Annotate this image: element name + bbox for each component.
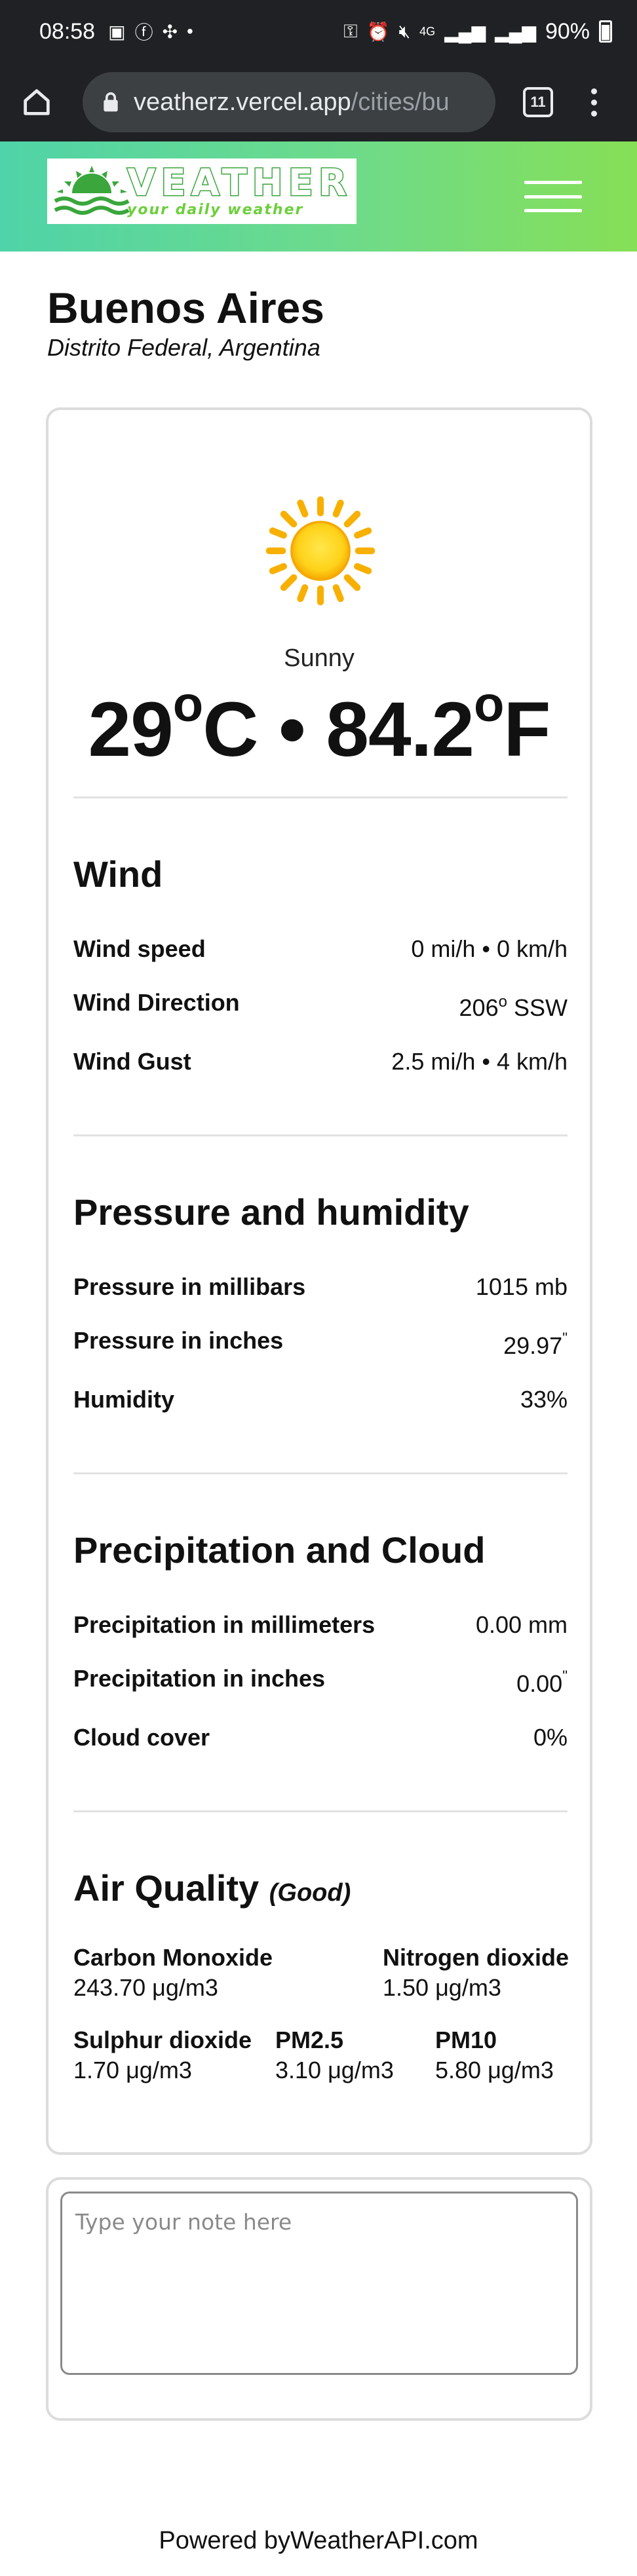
signal-icon-2: ▂▄▆ [495, 21, 536, 42]
url-path: /cities/bu [351, 88, 450, 116]
weather-card: Sunny 29oC • 84.2oF Wind Wind speed 0 mi… [46, 407, 592, 2155]
battery-percent: 90% [545, 18, 590, 44]
aq-sulphur-dioxide: Sulphur dioxide 1.70 μg/m3 [73, 2026, 252, 2083]
gallery-icon: ▣ [108, 21, 126, 42]
pressure-mb-label: Pressure in millibars [73, 1273, 306, 1300]
browser-menu-button[interactable] [591, 88, 597, 117]
air-quality-section-title: Air Quality (Good) [73, 1867, 351, 1909]
vpn-key-icon: ⚿ [343, 20, 358, 41]
home-icon [24, 89, 50, 115]
logo-tagline: your daily weather [127, 202, 304, 218]
signal-icon: ▂▄▆ [444, 21, 486, 42]
pinwheel-icon: ✣ [162, 21, 178, 42]
pressure-mb-value: 1015 mb [475, 1273, 568, 1300]
aq-carbon-monoxide: Carbon Monoxide 243.70 μg/m3 [73, 1944, 273, 2001]
address-bar[interactable]: veatherz.vercel.app/cities/bu [83, 72, 495, 132]
lock-icon [102, 92, 119, 113]
aq-pm10: PM10 5.80 μg/m3 [435, 2026, 554, 2083]
temp-separator: • [279, 686, 305, 773]
degree-icon: o [498, 993, 507, 1011]
tab-switcher-button[interactable]: 11 [523, 87, 553, 117]
sun-waves-logo-icon [54, 166, 130, 215]
city-name: Buenos Aires [47, 284, 325, 332]
site-logo[interactable]: VEATHER your daily weather [47, 159, 357, 224]
network-type-icon: 4G [419, 24, 436, 38]
status-bar: 08:58 ▣ ⓕ ✣ • ⚿ ⏰ 🔇︎ 4G ▂▄▆ ▂▄▆ 90% [0, 0, 637, 63]
degree-icon: o [473, 677, 504, 732]
cloud-cover-value: 0% [533, 1724, 568, 1751]
site-header: VEATHER your daily weather [0, 141, 637, 252]
aq-nitrogen-dioxide: Nitrogen dioxide 1.50 μg/m3 [383, 1944, 569, 2001]
status-time: 08:58 [39, 18, 96, 44]
humidity-row: Humidity 33% [73, 1386, 568, 1413]
wind-speed-label: Wind speed [73, 935, 206, 962]
wind-speed-row: Wind speed 0 mi/h • 0 km/h [73, 935, 568, 963]
note-textarea[interactable] [60, 2192, 578, 2375]
air-quality-level: (Good) [269, 1879, 351, 1907]
precip-mm-value: 0.00 mm [475, 1611, 568, 1638]
facebook-icon: ⓕ [134, 22, 153, 43]
humidity-value: 33% [520, 1386, 568, 1413]
pressure-in-value: 29.97" [503, 1330, 568, 1359]
url-host: veatherz.vercel.app [134, 88, 351, 116]
precip-mm-row: Precipitation in millimeters 0.00 mm [73, 1611, 568, 1639]
humidity-label: Humidity [73, 1386, 175, 1413]
more-notifications-icon: • [187, 21, 193, 41]
precip-in-label: Precipitation in inches [73, 1665, 326, 1692]
aq-pm25: PM2.5 3.10 μg/m3 [275, 2026, 394, 2083]
wind-section-title: Wind [73, 853, 163, 895]
divider [73, 1472, 568, 1474]
footer-credit: Powered byWeatherAPI.com [159, 2527, 478, 2554]
degree-icon: o [172, 677, 203, 732]
mute-icon: 🔇︎ [398, 20, 411, 41]
system-icons: ⚿ ⏰ 🔇︎ 4G ▂▄▆ ▂▄▆ 90% [343, 19, 612, 45]
wind-gust-label: Wind Gust [73, 1048, 191, 1075]
precipitation-section-title: Precipitation and Cloud [73, 1529, 486, 1571]
cloud-cover-row: Cloud cover 0% [73, 1724, 568, 1751]
home-button[interactable] [17, 83, 56, 122]
browser-toolbar: veatherz.vercel.app/cities/bu 11 [0, 63, 637, 141]
temp-unit-f: F [503, 686, 550, 773]
battery-icon [599, 20, 612, 43]
weather-condition: Sunny [284, 644, 355, 672]
cloud-cover-label: Cloud cover [73, 1724, 210, 1751]
precip-in-value: 0.00" [516, 1668, 568, 1697]
temp-unit-c: C [203, 686, 258, 773]
temp-celsius: 29 [88, 686, 173, 773]
temp-fahrenheit: 84.2 [326, 686, 474, 773]
wind-speed-value: 0 mi/h • 0 km/h [411, 935, 568, 962]
wind-direction-row: Wind Direction 206o SSW [73, 989, 568, 1022]
logo-title: VEATHER [126, 162, 353, 204]
wind-direction-label: Wind Direction [73, 989, 240, 1016]
pressure-in-label: Pressure in inches [73, 1327, 284, 1354]
alarm-icon: ⏰ [366, 21, 390, 42]
divider [73, 1810, 568, 1812]
precip-in-row: Precipitation in inches 0.00" [73, 1665, 568, 1698]
notes-card [46, 2177, 592, 2421]
precip-mm-label: Precipitation in millimeters [73, 1611, 376, 1638]
notification-icons: ▣ ⓕ ✣ • [108, 18, 193, 45]
sun-icon [265, 496, 376, 606]
divider [73, 796, 568, 798]
wind-direction-value: 206o SSW [459, 993, 568, 1021]
wind-gust-value: 2.5 mi/h • 4 km/h [391, 1048, 568, 1075]
divider [73, 1134, 568, 1136]
wind-gust-row: Wind Gust 2.5 mi/h • 4 km/h [73, 1048, 568, 1075]
pressure-section-title: Pressure and humidity [73, 1191, 469, 1233]
temperature: 29oC • 84.2oF [48, 680, 590, 774]
pressure-mb-row: Pressure in millibars 1015 mb [73, 1273, 568, 1301]
pressure-in-row: Pressure in inches 29.97" [73, 1327, 568, 1360]
hamburger-menu-button[interactable] [524, 181, 582, 212]
city-region: Distrito Federal, Argentina [47, 334, 320, 361]
